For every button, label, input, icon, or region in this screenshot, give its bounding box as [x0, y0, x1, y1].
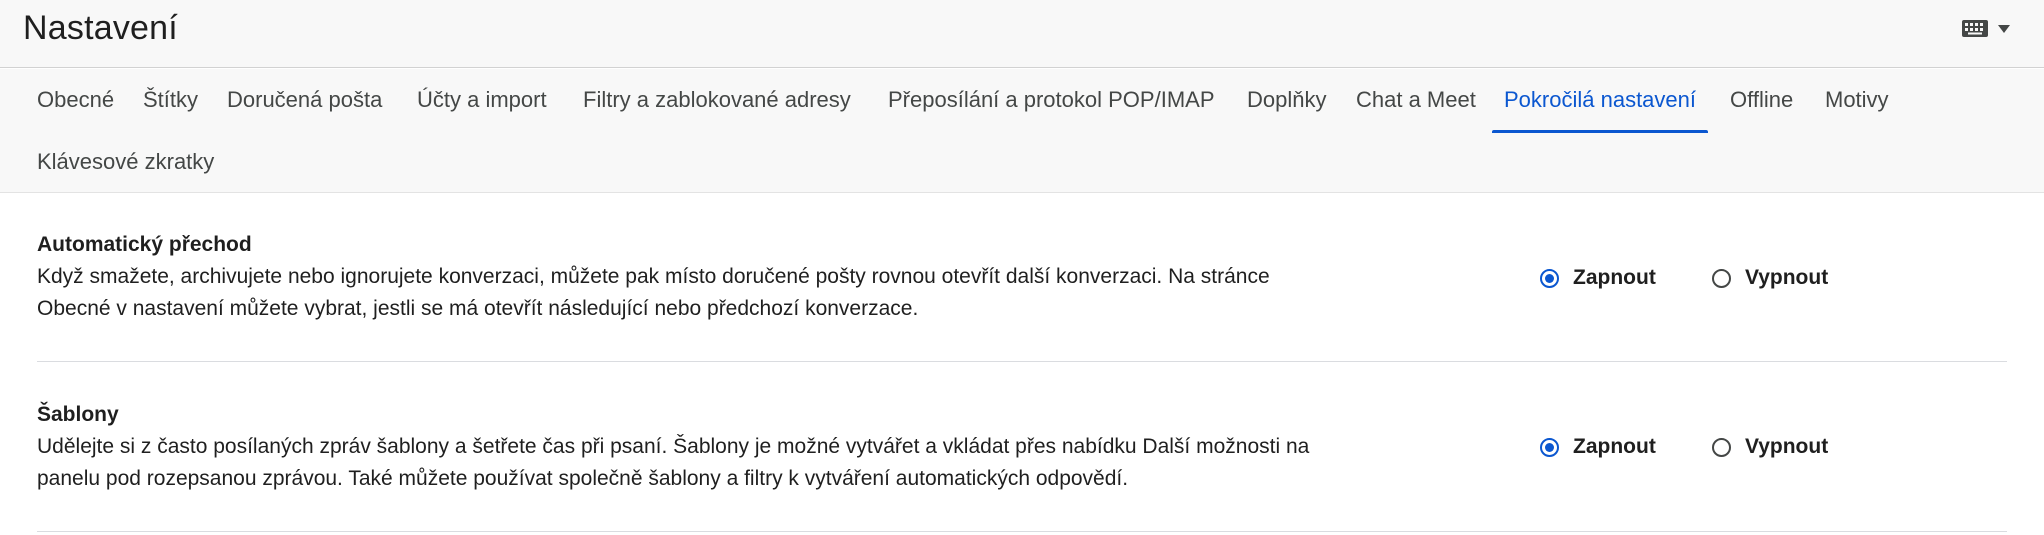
keyboard-icon[interactable]: [1962, 20, 1988, 37]
radio-button[interactable]: [1712, 268, 1731, 288]
option-label: Vypnout: [1745, 435, 1829, 458]
input-tools-menu[interactable]: [1962, 20, 2010, 37]
setting-title: Automatický přechod: [37, 233, 252, 256]
setting-templates: Šablony Udělejte si z často posílaných z…: [37, 363, 2007, 532]
templates-on-option[interactable]: Zapnout: [1540, 435, 1656, 459]
radio-button-selected[interactable]: [1540, 268, 1559, 288]
radio-button-selected[interactable]: [1540, 437, 1559, 457]
tab-general[interactable]: Obecné: [25, 69, 126, 131]
setting-description-line: Udělejte si z často posílaných zpráv šab…: [37, 435, 1310, 458]
templates-off-option[interactable]: Vypnout: [1712, 435, 1828, 459]
setting-auto-advance: Automatický přechod Když smažete, archiv…: [37, 194, 2007, 362]
setting-description-line: Když smažete, archivujete nebo ignorujet…: [37, 265, 1270, 288]
tab-advanced[interactable]: Pokročilá nastavení: [1492, 69, 1708, 133]
auto-advance-off-option[interactable]: Vypnout: [1712, 266, 1828, 290]
setting-description-line: Obecné v nastavení můžete vybrat, jestli…: [37, 297, 919, 320]
tab-themes[interactable]: Motivy: [1813, 69, 1901, 131]
tab-forwarding-pop-imap[interactable]: Přeposílání a protokol POP/IMAP: [876, 69, 1227, 131]
tab-keyboard-shortcuts[interactable]: Klávesové zkratky: [25, 131, 226, 193]
tab-accounts-import[interactable]: Účty a import: [405, 69, 559, 131]
setting-description-line: panelu pod rozepsanou zprávou. Také může…: [37, 467, 1129, 490]
radio-button[interactable]: [1712, 437, 1731, 457]
settings-header: Nastavení: [0, 0, 2044, 68]
option-label: Vypnout: [1745, 266, 1829, 289]
tab-addons[interactable]: Doplňky: [1235, 69, 1338, 131]
setting-description: Když smažete, archivujete nebo ignorujet…: [37, 261, 1437, 325]
setting-title: Šablony: [37, 403, 119, 426]
option-label: Zapnout: [1573, 435, 1656, 458]
page-title: Nastavení: [23, 9, 178, 47]
tab-labels[interactable]: Štítky: [131, 69, 210, 131]
chevron-down-icon[interactable]: [1998, 24, 2010, 33]
setting-description: Udělejte si z často posílaných zpráv šab…: [37, 431, 1437, 495]
tab-inbox[interactable]: Doručená pošta: [215, 69, 394, 131]
tab-filters-blocked[interactable]: Filtry a zablokované adresy: [571, 69, 863, 131]
auto-advance-on-option[interactable]: Zapnout: [1540, 266, 1656, 290]
option-label: Zapnout: [1573, 266, 1656, 289]
settings-tabs: Obecné Štítky Doručená pošta Účty a impo…: [0, 69, 2044, 193]
tab-offline[interactable]: Offline: [1718, 69, 1805, 131]
tab-chat-meet[interactable]: Chat a Meet: [1344, 69, 1488, 131]
